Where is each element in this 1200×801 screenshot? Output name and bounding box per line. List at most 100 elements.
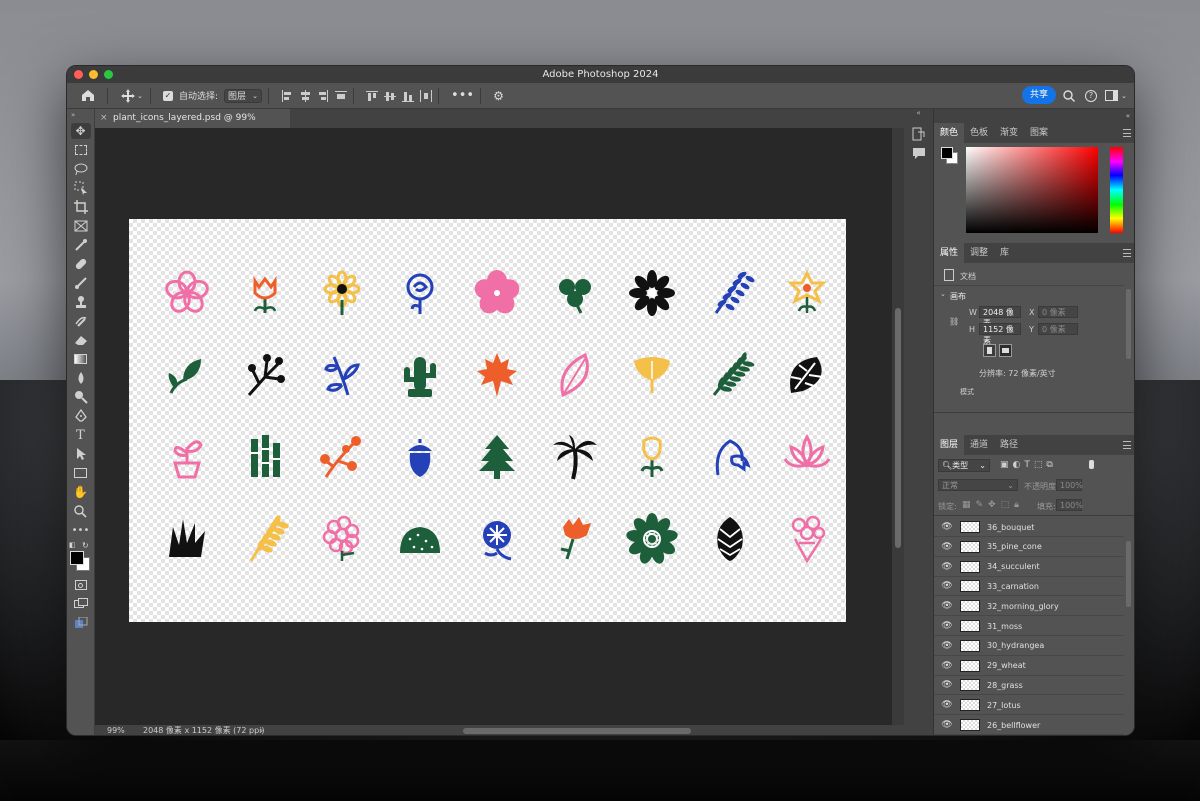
pink-potted-plant-icon[interactable] <box>161 431 213 483</box>
pink-lotus-icon[interactable] <box>781 431 833 483</box>
eye-icon[interactable]: 👁︎ <box>940 641 954 651</box>
green-leaf-icon[interactable] <box>161 349 213 401</box>
green-cactus-icon[interactable] <box>394 349 446 401</box>
black-daisy-icon[interactable] <box>626 267 678 319</box>
tab-properties[interactable]: 属性 <box>934 243 965 263</box>
eye-icon[interactable]: 👁︎ <box>940 581 954 591</box>
layer-row[interactable]: 👁︎ 29_wheat <box>934 657 1124 676</box>
vertical-scrollbar[interactable] <box>892 128 904 725</box>
object-select-tool-icon[interactable] <box>71 180 91 196</box>
minimize-button[interactable] <box>89 70 98 79</box>
history-panel-icon[interactable] <box>912 127 926 141</box>
black-grass-icon[interactable] <box>161 513 213 565</box>
green-succulent-icon[interactable] <box>626 513 678 565</box>
tab-color[interactable]: 颜色 <box>934 123 965 143</box>
layer-row[interactable]: 👁︎ 34_succulent <box>934 558 1124 577</box>
layers-scrollbar[interactable] <box>1126 541 1131 607</box>
foreground-color-swatch[interactable] <box>70 551 84 565</box>
screen-mode-icon[interactable] <box>71 596 91 612</box>
distribute-icon[interactable] <box>420 86 433 106</box>
tab-adjustments[interactable]: 调整 <box>964 243 994 263</box>
foreground-color-swatch[interactable] <box>941 147 953 159</box>
eye-icon[interactable]: 👁︎ <box>940 720 954 730</box>
filter-toggle-icon[interactable] <box>1089 460 1094 469</box>
landscape-orientation-icon[interactable] <box>999 344 1012 357</box>
edit-in-3d-icon[interactable] <box>71 615 91 631</box>
home-icon[interactable] <box>75 86 101 106</box>
scrollbar-thumb[interactable] <box>895 308 901 548</box>
orange-tulip-icon[interactable] <box>239 267 291 319</box>
lasso-tool-icon[interactable] <box>71 161 91 177</box>
edit-toolbar-icon[interactable]: ••• <box>71 522 91 538</box>
move-tool-icon[interactable]: ⌄ <box>120 86 144 106</box>
panel-menu-icon[interactable] <box>1123 441 1131 449</box>
marquee-tool-icon[interactable] <box>71 142 91 158</box>
layer-filter-dropdown[interactable]: 🔍︎类型 ⌄ <box>938 459 990 472</box>
green-moss-icon[interactable] <box>394 513 446 565</box>
green-clover-icon[interactable] <box>549 267 601 319</box>
eye-icon[interactable]: 👁︎ <box>940 562 954 572</box>
blue-bellflower-icon[interactable] <box>704 431 756 483</box>
eyedropper-tool-icon[interactable] <box>71 237 91 253</box>
yellow-daffodil-icon[interactable] <box>781 267 833 319</box>
help-icon[interactable]: ? <box>1085 86 1097 106</box>
brush-tool-icon[interactable] <box>71 275 91 291</box>
orange-carnation-icon[interactable] <box>549 513 601 565</box>
zoom-tool-icon[interactable] <box>71 503 91 519</box>
layer-row[interactable]: 👁︎ 33_carnation <box>934 577 1124 597</box>
blend-mode-dropdown[interactable]: 正常 ⌄ <box>938 479 1018 491</box>
link-icon[interactable]: ⛓ <box>949 317 959 326</box>
align-bottom-icon[interactable] <box>402 86 415 106</box>
fill-field[interactable]: 100% <box>1056 499 1083 511</box>
width-field[interactable]: 2048 像素 <box>979 306 1021 328</box>
swap-colors-icon[interactable]: ↻ <box>82 541 89 550</box>
y-field[interactable]: 0 像素 <box>1038 323 1078 335</box>
eye-icon[interactable]: 👁︎ <box>940 522 954 532</box>
align-center-icon[interactable] <box>299 86 311 106</box>
dodge-tool-icon[interactable] <box>71 389 91 405</box>
document-tab[interactable]: × plant_icons_layered.psd @ 99%(RGB/8#) … <box>95 109 290 142</box>
yellow-wheat-icon[interactable] <box>239 513 291 565</box>
black-pine-cone-icon[interactable] <box>704 513 756 565</box>
layer-row[interactable]: 👁︎ 35_pine_cone <box>934 538 1124 557</box>
gradient-tool-icon[interactable] <box>71 351 91 367</box>
close-button[interactable] <box>74 70 83 79</box>
default-colors-icon[interactable]: ◧ <box>69 541 76 549</box>
collapse-icon[interactable]: » <box>67 109 94 121</box>
chevron-right-icon[interactable]: › <box>260 725 263 735</box>
green-fern-icon[interactable] <box>704 349 756 401</box>
hue-slider[interactable] <box>1110 147 1123 233</box>
height-field[interactable]: 1152 像素 <box>979 323 1021 345</box>
search-icon[interactable] <box>1063 86 1075 106</box>
auto-select-checkbox[interactable]: ✓ <box>163 86 173 106</box>
blue-lavender-icon[interactable] <box>704 267 756 319</box>
x-field[interactable]: 0 像素 <box>1038 306 1078 318</box>
tab-libraries[interactable]: 库 <box>994 243 1015 263</box>
opacity-field[interactable]: 100% <box>1056 479 1083 491</box>
healing-brush-tool-icon[interactable] <box>71 256 91 272</box>
layer-row[interactable]: 👁︎ 26_bellflower <box>934 716 1124 735</box>
eye-icon[interactable]: 👁︎ <box>940 621 954 631</box>
pink-hydrangea-icon[interactable] <box>316 513 368 565</box>
move-tool-icon[interactable]: ✥ <box>70 123 91 139</box>
collapse-icon[interactable]: « <box>1126 112 1130 120</box>
tab-paths[interactable]: 路径 <box>994 435 1024 455</box>
hand-tool-icon[interactable]: ✋ <box>71 484 91 500</box>
align-left-icon[interactable] <box>281 86 293 106</box>
zoom-button[interactable] <box>104 70 113 79</box>
yellow-ginkgo-icon[interactable] <box>626 349 678 401</box>
black-palm-tree-icon[interactable] <box>549 431 601 483</box>
blue-acorn-icon[interactable] <box>394 431 446 483</box>
layer-row[interactable]: 👁︎ 27_lotus <box>934 696 1124 716</box>
layer-row[interactable]: 👁︎ 32_morning_glory <box>934 597 1124 617</box>
comments-icon[interactable] <box>912 147 926 161</box>
panel-menu-icon[interactable] <box>1123 129 1131 137</box>
stamp-tool-icon[interactable] <box>71 294 91 310</box>
quick-mask-icon[interactable] <box>71 577 91 593</box>
pink-leaf-icon[interactable] <box>549 349 601 401</box>
tab-layers[interactable]: 图层 <box>934 435 965 455</box>
panel-menu-icon[interactable] <box>1123 249 1131 257</box>
align-horizontal-icon[interactable] <box>335 86 348 106</box>
color-field[interactable] <box>966 147 1098 233</box>
blue-morning-glory-icon[interactable] <box>471 513 523 565</box>
